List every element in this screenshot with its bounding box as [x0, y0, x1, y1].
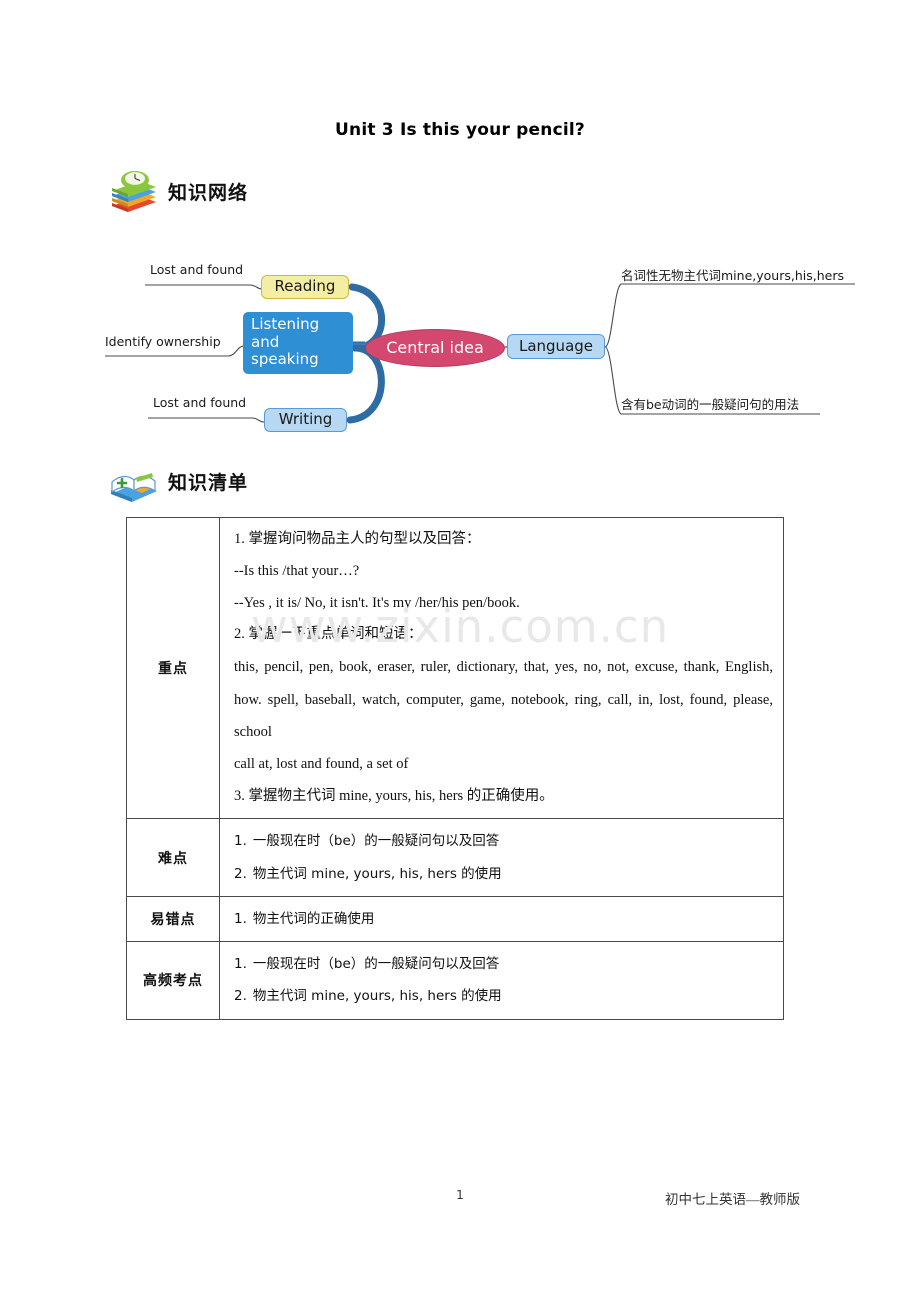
list-item-number: 1. [234, 956, 247, 973]
document-page: Unit 3 Is this your pencil? 知识网络 Reading… [0, 0, 920, 1302]
list-item: 2. 物主代词 mine, yours, his, hers 的使用 [234, 980, 773, 1012]
table-row: 难点 1. 一般现在时（be）的一般疑问句以及回答 2. 物主代词 mine, … [126, 818, 784, 897]
mindmap-node-reading[interactable]: Reading [261, 275, 349, 299]
page-title: Unit 3 Is this your pencil? [335, 120, 585, 140]
content-line: 2. 掌握一下重点单词和短语： [234, 626, 423, 643]
footer-source-label: 初中七上英语—教师版 [665, 1192, 800, 1207]
book-stack-clock-icon [108, 168, 160, 214]
mindmap-leaf-language-possessive: 名词性无物主代词mine,yours,his,hers [621, 268, 844, 283]
list-item-number: 1. [234, 833, 247, 850]
content-line: --Is this /that your…? [234, 562, 360, 579]
mindmap-diagram: Reading Listening and speaking Writing C… [100, 252, 900, 442]
row-content-key-points: 1. 掌握询问物品主人的句型以及回答： --Is this /that your… [219, 516, 784, 820]
table-row: 易错点 1. 物主代词的正确使用 [126, 895, 784, 943]
content-line: 1. 掌握询问物品主人的句型以及回答： [234, 531, 481, 547]
mindmap-leaf-language-be-question: 含有be动词的一般疑问句的用法 [621, 397, 800, 412]
mindmap-node-central-idea[interactable]: Central idea [365, 329, 505, 367]
row-label-key-points: 重点 [126, 516, 220, 820]
section-heading-knowledge-network: 知识网络 [108, 168, 248, 214]
table-row: 重点 1. 掌握询问物品主人的句型以及回答： --Is this /that y… [126, 516, 784, 820]
mindmap-node-listening-speaking[interactable]: Listening and speaking [243, 312, 353, 374]
table-row: 高频考点 1. 一般现在时（be）的一般疑问句以及回答 2. 物主代词 mine… [126, 941, 784, 1020]
knowledge-list-table: 重点 1. 掌握询问物品主人的句型以及回答： --Is this /that y… [126, 516, 784, 1020]
content-line: 3. 掌握物主代词 mine, yours, his, hers 的正确使用。 [234, 787, 554, 804]
book-stack-open-icon [108, 458, 160, 504]
list-item-text: 物主代词的正确使用 [252, 910, 375, 927]
row-label-error-prone: 易错点 [126, 895, 220, 943]
list-item-text: 物主代词 mine, yours, his, hers 的使用 [252, 865, 502, 882]
row-label-difficult-points: 难点 [126, 818, 220, 897]
mindmap-node-language[interactable]: Language [507, 334, 605, 359]
content-line: --Yes , it is/ No, it isn't. It's my /he… [234, 594, 520, 611]
row-label-frequent-exam-points: 高频考点 [126, 941, 220, 1020]
list-item: 1. 一般现在时（be）的一般疑问句以及回答 [234, 825, 773, 857]
list-item-text: 一般现在时（be）的一般疑问句以及回答 [252, 833, 500, 850]
content-line-phrases: call at, lost and found, a set of [234, 755, 409, 772]
row-content-error-prone: 1. 物主代词的正确使用 [219, 895, 784, 943]
list-item: 2. 物主代词 mine, yours, his, hers 的使用 [234, 858, 773, 890]
list-item-number: 2. [234, 865, 247, 882]
mindmap-leaf-listening: Identify ownership [105, 334, 221, 349]
listening-line-1: Listening [251, 315, 320, 333]
section-heading-label: 知识网络 [168, 181, 249, 204]
section-heading-label: 知识清单 [168, 471, 249, 494]
row-content-frequent-exam-points: 1. 一般现在时（be）的一般疑问句以及回答 2. 物主代词 mine, you… [219, 941, 784, 1020]
content-line-vocabulary: this, pencil, pen, book, eraser, ruler, … [234, 659, 773, 741]
list-item: 1. 物主代词的正确使用 [234, 903, 773, 935]
mindmap-leaf-reading: Lost and found [150, 262, 244, 277]
row-content-difficult-points: 1. 一般现在时（be）的一般疑问句以及回答 2. 物主代词 mine, you… [219, 818, 784, 897]
list-item: 1. 一般现在时（be）的一般疑问句以及回答 [234, 948, 773, 980]
listening-line-2: and [251, 332, 280, 351]
listening-line-3: speaking [251, 350, 319, 369]
list-item-number: 1. [234, 910, 247, 927]
list-item-number: 2. [234, 988, 247, 1005]
mindmap-node-writing[interactable]: Writing [264, 408, 347, 432]
list-item-text: 物主代词 mine, yours, his, hers 的使用 [252, 988, 502, 1005]
mindmap-leaf-writing: Lost and found [153, 395, 247, 410]
section-heading-knowledge-list: 知识清单 [108, 458, 248, 504]
list-item-text: 一般现在时（be）的一般疑问句以及回答 [252, 956, 500, 973]
